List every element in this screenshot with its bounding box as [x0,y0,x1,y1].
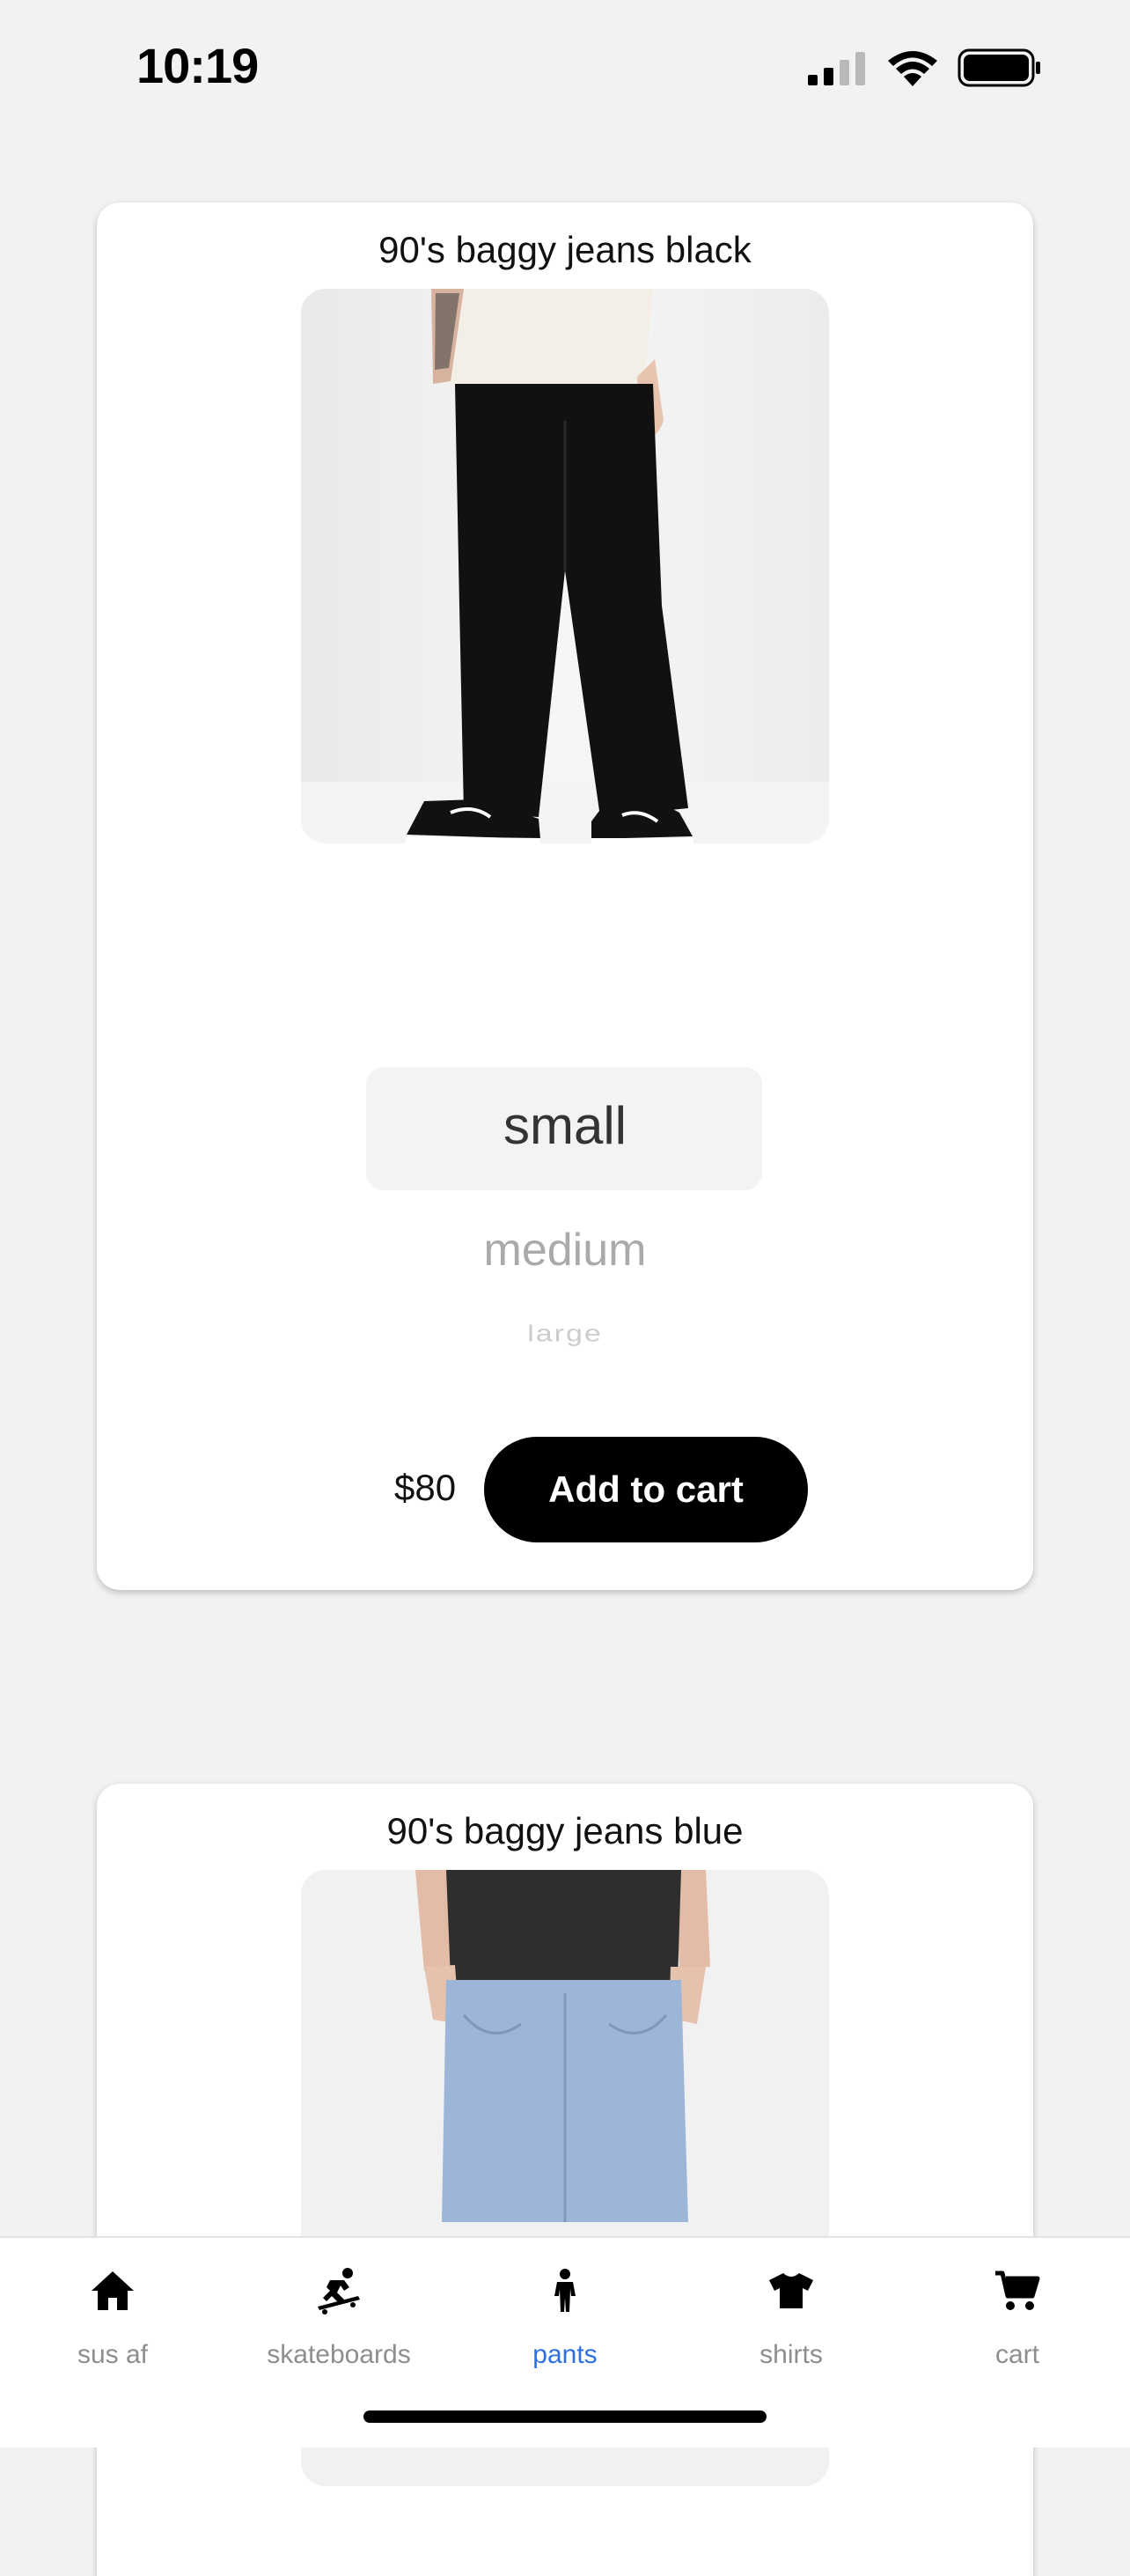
product-card: 90's baggy jeans black small medium larg… [97,202,1033,1590]
size-option-large[interactable]: large [97,1321,1033,1347]
tab-shirts[interactable]: shirts [679,2238,904,2388]
product-image [301,289,829,843]
tab-label: sus af [77,2340,149,2369]
tshirt-icon [765,2264,818,2317]
status-icons [808,46,1042,90]
signal-icon [808,52,865,85]
size-option-medium[interactable]: medium [97,1224,1033,1277]
tab-cart[interactable]: cart [905,2238,1130,2388]
skateboarder-icon [312,2264,365,2317]
product-price: $80 [394,1467,457,1508]
tab-pants[interactable]: pants [452,2238,678,2388]
battery-icon [958,48,1040,87]
product-card: 90's baggy jeans blue [97,1784,1033,2576]
tab-skateboards[interactable]: skateboards [226,2238,451,2388]
tab-label: shirts [759,2340,823,2369]
tab-label: skateboards [267,2340,411,2369]
tab-sus-af[interactable]: sus af [0,2238,225,2388]
cart-icon [991,2264,1044,2317]
status-bar: 10:19 [0,0,1130,132]
size-option-small[interactable]: small [97,1095,1033,1156]
home-icon [86,2264,139,2317]
size-picker[interactable]: small medium large [97,1067,1033,1384]
product-title: 90's baggy jeans blue [386,1810,744,1851]
status-time: 10:19 [136,38,259,93]
home-indicator[interactable] [363,2410,767,2423]
person-icon [539,2264,591,2317]
product-title: 90's baggy jeans black [378,229,752,270]
add-to-cart-button[interactable]: Add to cart [484,1437,808,1542]
wifi-icon [888,51,937,86]
tab-label: pants [532,2340,598,2369]
tab-label: cart [994,2340,1039,2369]
